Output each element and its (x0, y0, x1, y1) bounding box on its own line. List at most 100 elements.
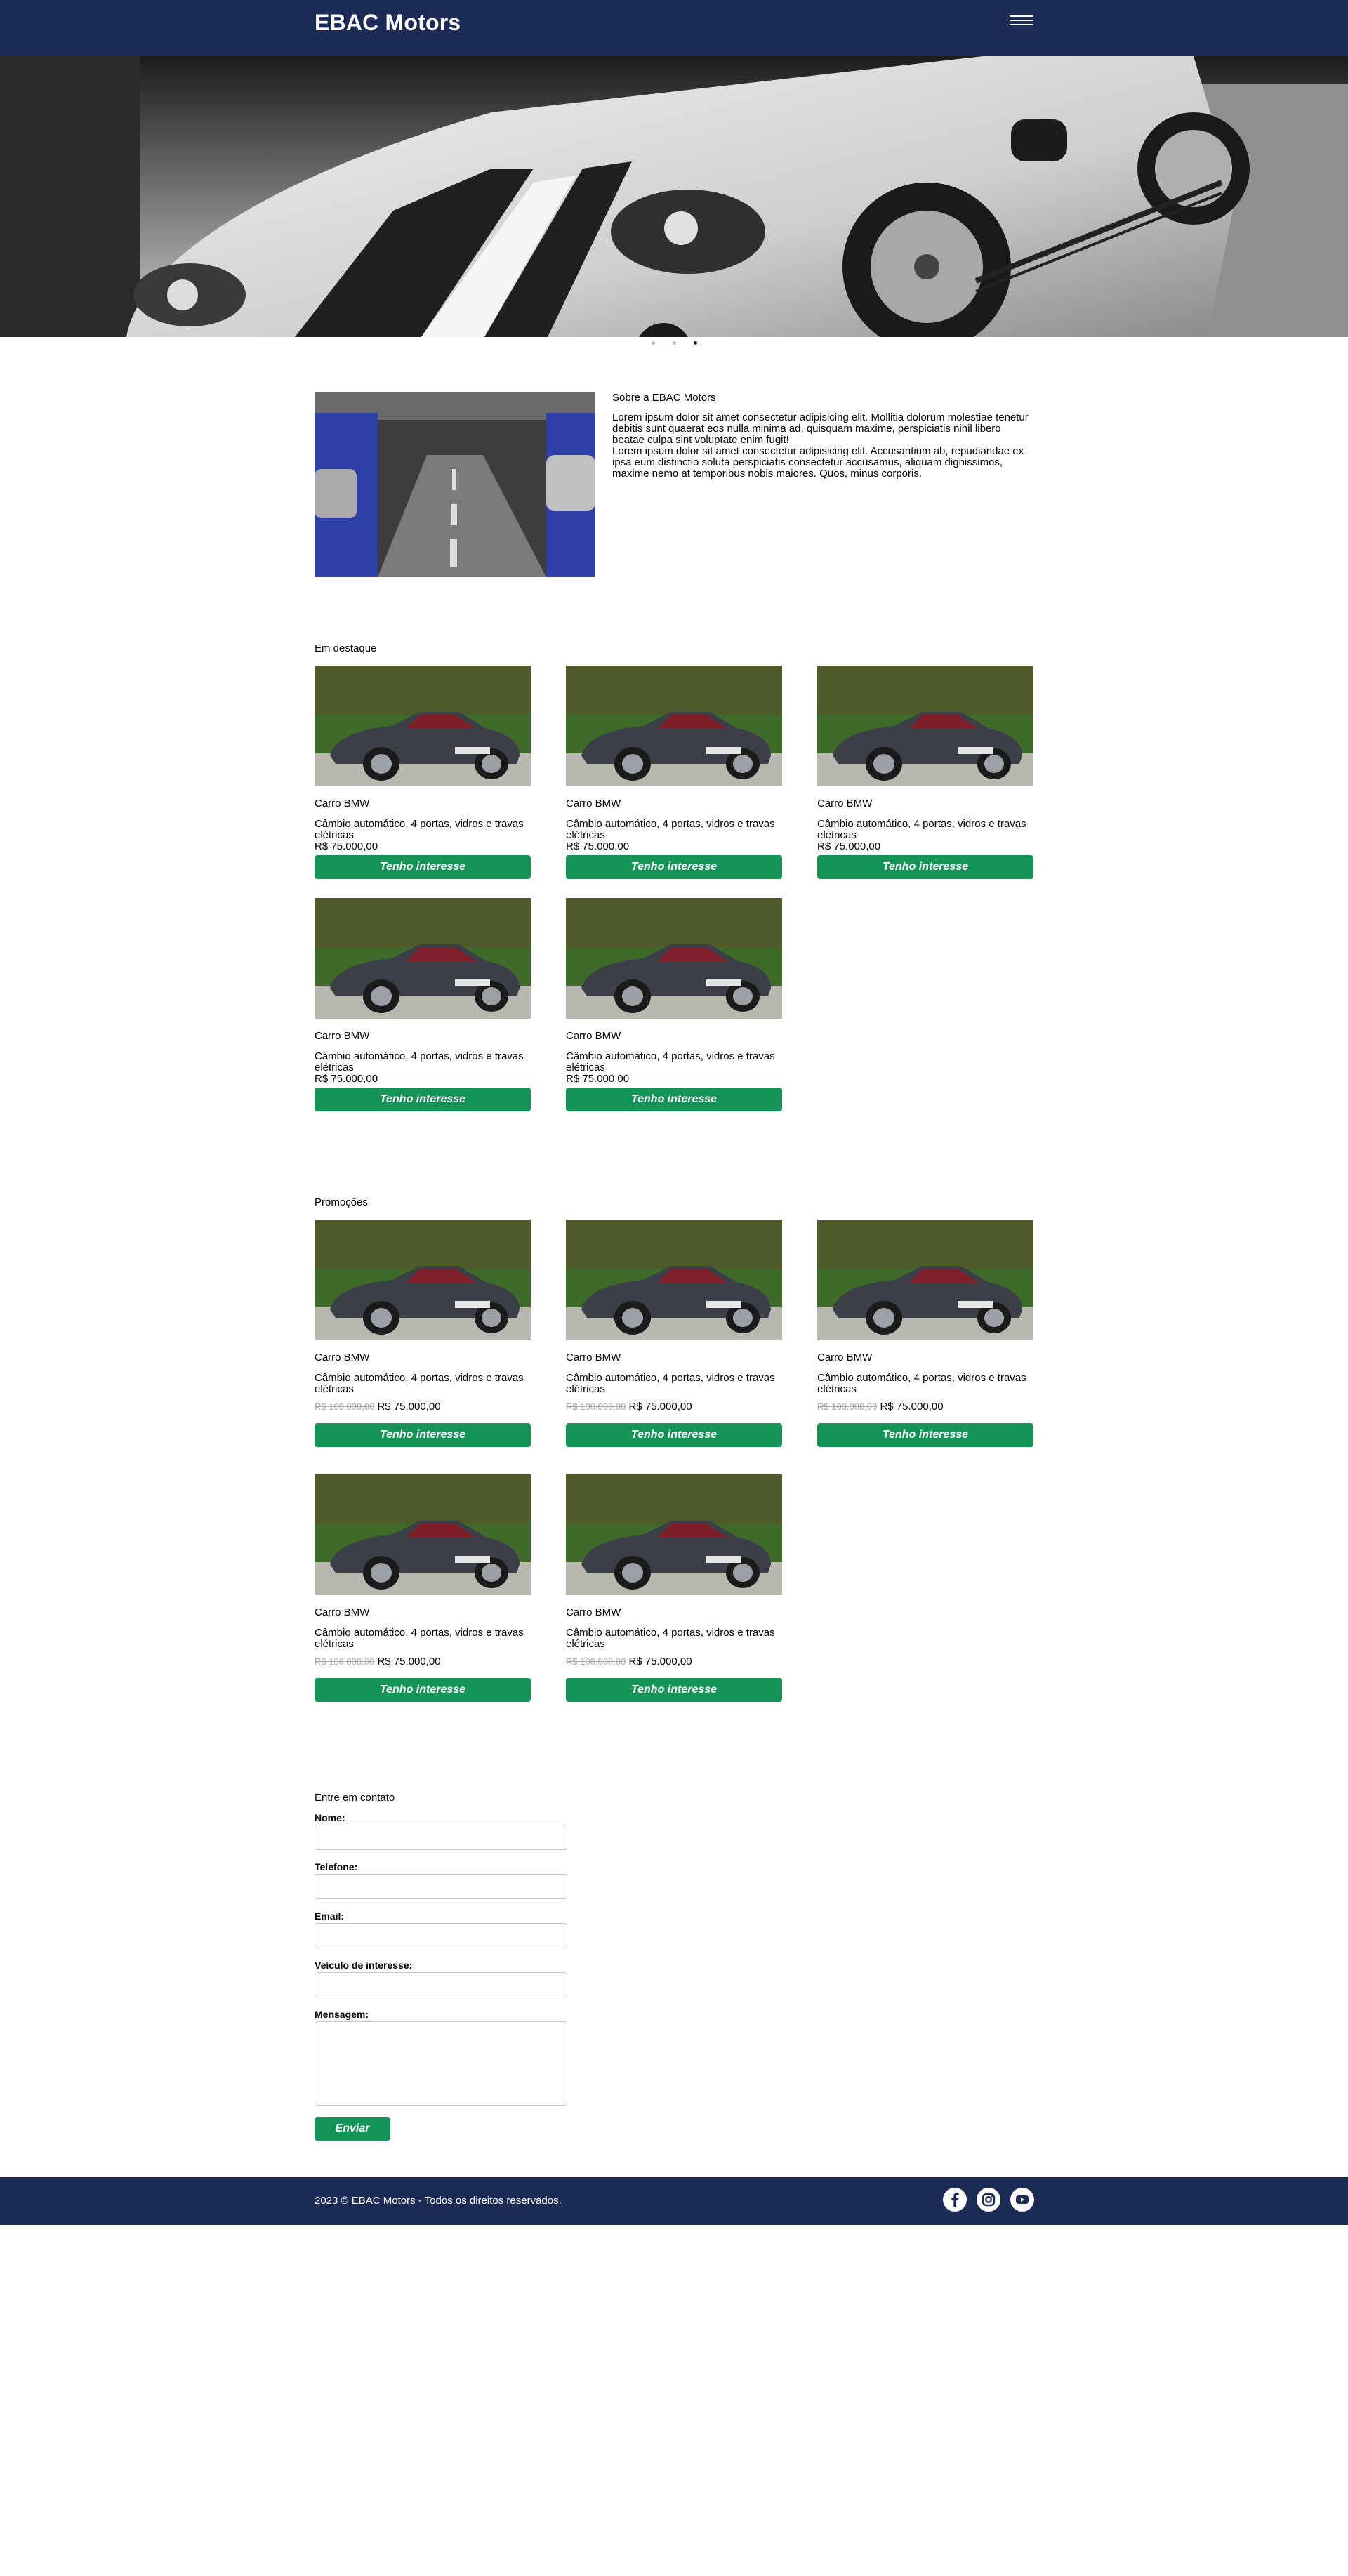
interest-button[interactable]: Tenho interesse (817, 1423, 1033, 1447)
price-row: R$ 100.000,00 R$ 75.000,00 (817, 1401, 1033, 1413)
car-description: Câmbio automático, 4 portas, vidros e tr… (817, 818, 1026, 841)
current-price: R$ 75.000,00 (566, 840, 630, 852)
car-name: Carro BMW (315, 1030, 370, 1042)
promotions-title: Promoções (315, 1196, 368, 1208)
interest-button[interactable]: Tenho interesse (566, 1423, 782, 1447)
car-name: Carro BMW (566, 1606, 621, 1618)
current-price: R$ 75.000,00 (880, 1401, 944, 1413)
old-price: R$ 100.000,00 (566, 1401, 626, 1412)
bmw-car-photo (315, 666, 531, 786)
car-card: Carro BMW Câmbio automático, 4 portas, vi… (315, 1220, 531, 1447)
current-price: R$ 75.000,00 (315, 840, 378, 852)
car-name: Carro BMW (315, 1352, 370, 1363)
old-price: R$ 100.000,00 (566, 1656, 626, 1667)
car-description: Câmbio automático, 4 portas, vidros e tr… (315, 1372, 524, 1395)
name-label: Nome: (315, 1812, 345, 1823)
car-description: Câmbio automático, 4 portas, vidros e tr… (817, 1372, 1026, 1395)
bmw-car-photo (566, 898, 782, 1019)
car-card: Carro BMW Câmbio automático, 4 portas, vi… (315, 898, 531, 1111)
car-name: Carro BMW (315, 798, 370, 810)
car-image[interactable] (315, 1474, 531, 1595)
site-footer: 2023 © EBAC Motors - Todos os direitos r… (0, 2177, 1348, 2225)
current-price: R$ 75.000,00 (817, 840, 881, 852)
car-image[interactable] (566, 1220, 782, 1340)
car-name: Carro BMW (817, 798, 873, 810)
bmw-car-photo (817, 1220, 1033, 1340)
car-image[interactable] (315, 898, 531, 1019)
car-image[interactable] (315, 666, 531, 786)
hero-banner (0, 56, 1348, 337)
site-header: EBAC Motors (0, 0, 1348, 56)
car-image[interactable] (566, 1474, 782, 1595)
price-row: R$ 100.000,00 R$ 75.000,00 (315, 1401, 531, 1413)
youtube-icon[interactable] (1010, 2188, 1034, 2212)
interest-button[interactable]: Tenho interesse (566, 1678, 782, 1702)
carousel-dots (0, 337, 1348, 351)
car-description: Câmbio automático, 4 portas, vidros e tr… (315, 1050, 524, 1074)
car-name: Carro BMW (315, 1606, 370, 1618)
car-image[interactable] (315, 1220, 531, 1340)
car-description: Câmbio automático, 4 portas, vidros e tr… (566, 1050, 775, 1074)
car-card: Carro BMW Câmbio automático, 4 portas, vi… (817, 1220, 1033, 1447)
interest-button[interactable]: Tenho interesse (817, 855, 1033, 879)
interest-button[interactable]: Tenho interesse (315, 1088, 531, 1111)
name-field[interactable] (315, 1825, 567, 1850)
bmw-car-photo (566, 1474, 782, 1595)
interest-button[interactable]: Tenho interesse (566, 855, 782, 879)
car-image[interactable] (566, 666, 782, 786)
car-description: Câmbio automático, 4 portas, vidros e tr… (315, 1627, 524, 1650)
vehicle-field[interactable] (315, 1972, 567, 1997)
car-card: Carro BMW Câmbio automático, 4 portas, vi… (566, 1220, 782, 1447)
car-description: Câmbio automático, 4 portas, vidros e tr… (566, 1372, 775, 1395)
current-price: R$ 75.000,00 (377, 1401, 441, 1413)
phone-field[interactable] (315, 1874, 567, 1899)
copyright-text: 2023 © EBAC Motors - Todos os direitos r… (315, 2195, 562, 2207)
car-image[interactable] (817, 666, 1033, 786)
interest-button[interactable]: Tenho interesse (566, 1088, 782, 1111)
old-price: R$ 100.000,00 (817, 1401, 878, 1412)
car-card: Carro BMW Câmbio automático, 4 portas, vi… (817, 666, 1033, 879)
car-image[interactable] (817, 1220, 1033, 1340)
hamburger-icon[interactable] (1010, 15, 1033, 27)
price-row: R$ 100.000,00 R$ 75.000,00 (566, 1656, 782, 1668)
submit-button[interactable]: Enviar (315, 2117, 390, 2141)
price-row: R$ 100.000,00 R$ 75.000,00 (566, 1401, 782, 1413)
bmw-car-photo (566, 666, 782, 786)
bmw-car-photo (315, 898, 531, 1019)
car-name: Carro BMW (566, 1352, 621, 1363)
current-price: R$ 75.000,00 (566, 1073, 630, 1085)
current-price: R$ 75.000,00 (628, 1401, 692, 1413)
car-card: Carro BMW Câmbio automático, 4 portas, vi… (566, 1474, 782, 1702)
about-title: Sobre a EBAC Motors (612, 392, 716, 404)
about-text: Sobre a EBAC Motors Lorem ipsum dolor si… (612, 392, 1033, 480)
contact-title: Entre em contato (315, 1792, 395, 1804)
interest-button[interactable]: Tenho interesse (315, 1678, 531, 1702)
about-paragraph-1: Lorem ipsum dolor sit amet consectetur a… (612, 411, 1029, 446)
email-field[interactable] (315, 1923, 567, 1948)
interest-button[interactable]: Tenho interesse (315, 855, 531, 879)
bmw-car-photo (315, 1220, 531, 1340)
instagram-icon[interactable] (977, 2188, 1000, 2212)
car-card: Carro BMW Câmbio automático, 4 portas, vi… (566, 666, 782, 879)
car-description: Câmbio automático, 4 portas, vidros e tr… (315, 818, 524, 841)
brand-logo[interactable]: EBAC Motors (315, 10, 461, 36)
message-field[interactable] (315, 2021, 567, 2106)
garage-photo (315, 392, 595, 577)
interest-button[interactable]: Tenho interesse (315, 1423, 531, 1447)
bmw-car-photo (817, 666, 1033, 786)
facebook-icon[interactable] (943, 2188, 967, 2212)
vehicle-label: Veículo de interesse: (315, 1960, 413, 1971)
car-name: Carro BMW (817, 1352, 873, 1363)
bmw-car-photo (566, 1220, 782, 1340)
carousel-dot-2[interactable] (673, 341, 676, 345)
about-paragraph-2: Lorem ipsum dolor sit amet consectetur a… (612, 445, 1024, 480)
car-card: Carro BMW Câmbio automático, 4 portas, vi… (315, 1474, 531, 1702)
carousel-dot-1[interactable] (652, 341, 655, 345)
car-description: Câmbio automático, 4 portas, vidros e tr… (566, 818, 775, 841)
current-price: R$ 75.000,00 (377, 1656, 441, 1667)
car-description: Câmbio automático, 4 portas, vidros e tr… (566, 1627, 775, 1650)
email-label: Email: (315, 1910, 345, 1922)
featured-title: Em destaque (315, 642, 377, 654)
car-image[interactable] (566, 898, 782, 1019)
carousel-dot-3[interactable] (694, 341, 697, 345)
